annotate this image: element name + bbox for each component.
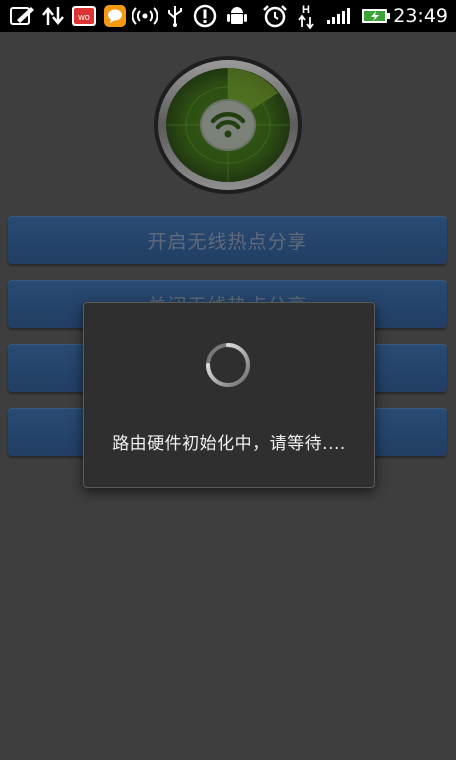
alert-icon (192, 4, 218, 28)
svg-text:H: H (302, 4, 310, 16)
battery-charging-icon (360, 4, 392, 28)
status-time: 23:49 (393, 5, 448, 27)
chat-bubble-icon (102, 4, 128, 28)
sync-arrows-icon (40, 4, 66, 28)
progress-dialog: 路由硬件初始化中，请等待.... (83, 302, 375, 488)
status-bar: wo H 23:49 (0, 0, 456, 32)
wifi-hotspot-icon (132, 4, 158, 28)
android-debug-icon (224, 4, 250, 28)
alarm-icon (262, 4, 288, 28)
signal-icon (324, 4, 354, 28)
wo-app-icon: wo (70, 4, 98, 28)
svg-text:wo: wo (77, 12, 90, 22)
edit-icon (8, 4, 36, 28)
h-network-icon: H (296, 4, 316, 29)
dialog-message: 路由硬件初始化中，请等待.... (112, 434, 346, 454)
loading-spinner-icon (204, 341, 252, 389)
usb-icon (164, 4, 186, 28)
